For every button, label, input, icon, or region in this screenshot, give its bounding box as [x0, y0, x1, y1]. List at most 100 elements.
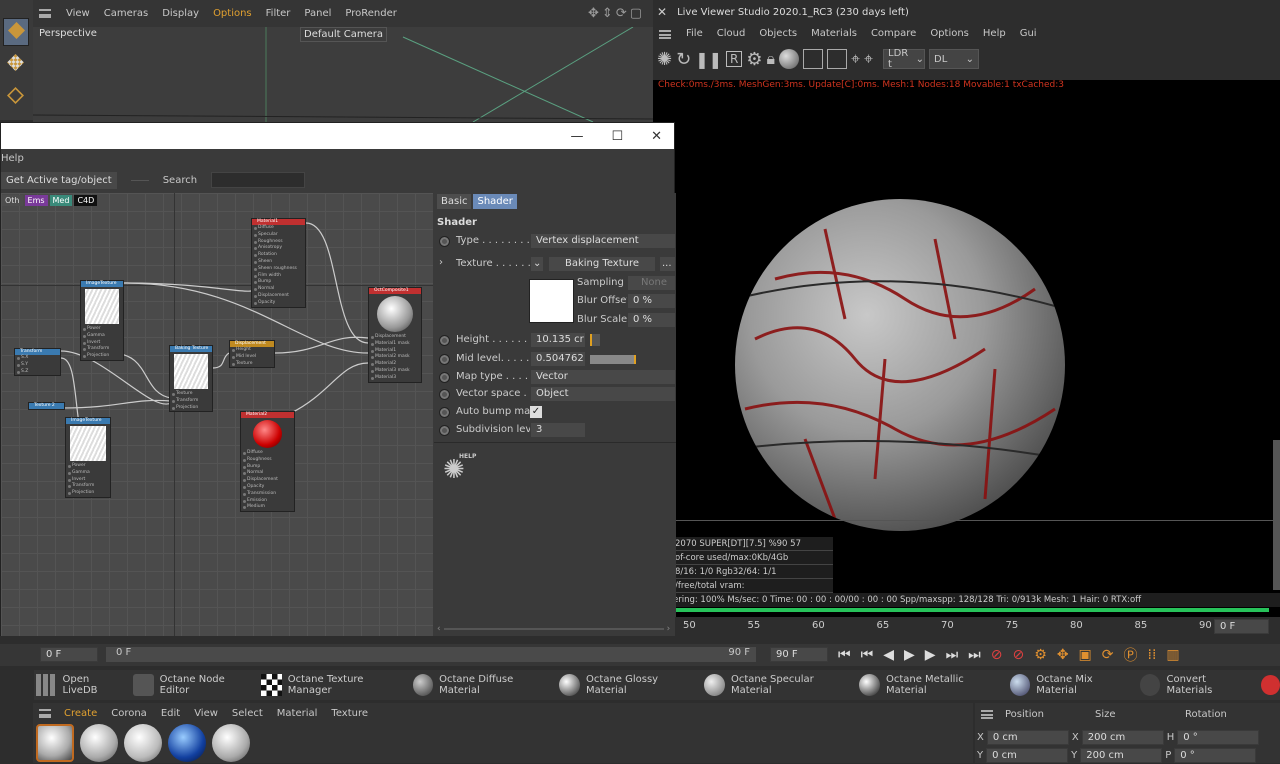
node-imagetex1[interactable]: ImageTexture Power Gamma Invert Transform Pro… [80, 280, 124, 361]
menu-display[interactable]: Display [155, 3, 206, 25]
node-port[interactable]: Projection [170, 405, 212, 412]
frame-slider[interactable]: 0 F 90 F [106, 647, 756, 662]
menu-prorender[interactable]: ProRender [338, 3, 403, 25]
node-port[interactable]: Material2 [369, 361, 421, 368]
search-input[interactable] [211, 172, 306, 188]
rotate-key-icon[interactable]: ⟳ [1102, 647, 1114, 663]
octane-button-5[interactable]: Octane Specular Material [702, 670, 857, 700]
node-texture2[interactable]: Texture 2 [28, 402, 65, 410]
node-port[interactable]: Gamma [66, 470, 110, 477]
menu-materials[interactable]: Materials [804, 24, 864, 44]
keyframe-dot[interactable] [439, 372, 450, 383]
node-port[interactable]: Material3 [369, 375, 421, 382]
height-slider[interactable] [590, 334, 600, 346]
node-port[interactable]: Specular [252, 232, 305, 239]
region-render-icon[interactable]: R [726, 51, 743, 67]
material-thumb[interactable] [124, 724, 162, 762]
node-port[interactable]: Power [81, 326, 123, 333]
material-ball-icon[interactable] [779, 49, 799, 69]
keyframe-dot[interactable] [439, 407, 450, 418]
keyframe-dot[interactable] [439, 425, 450, 436]
param-key-icon[interactable]: Ⓟ [1124, 645, 1138, 665]
keyframe-dot[interactable] [439, 335, 450, 346]
menu-view[interactable]: View [59, 3, 97, 25]
blur-scale-field[interactable]: 0 % [627, 312, 676, 328]
keyframe-dot[interactable] [439, 354, 450, 365]
menu-edit[interactable]: Edit [154, 703, 187, 725]
minimize-icon[interactable]: — [570, 129, 583, 144]
mid-level-slider[interactable] [590, 355, 636, 364]
node-port[interactable]: S.Y [15, 362, 60, 369]
node-port[interactable]: Normal [252, 286, 305, 293]
mid-level-field[interactable]: 0.504762 [530, 351, 586, 367]
x-position-field[interactable]: 0 cm [986, 729, 1069, 745]
menu-help[interactable]: Help [1, 153, 24, 164]
type-dropdown[interactable]: Vertex displacement [530, 233, 676, 249]
tab-shader[interactable]: Shader [473, 194, 517, 209]
film-icon[interactable]: ▥ [1166, 647, 1179, 663]
node-port[interactable]: Displacement [252, 293, 305, 300]
viewport-nav-icons[interactable]: ✥⇕⟳▢ [588, 6, 645, 21]
y-position-field[interactable]: 0 cm [986, 747, 1069, 763]
texture-button[interactable]: Baking Texture [548, 256, 656, 272]
start-frame-field[interactable]: 0 F [40, 647, 98, 662]
node-port[interactable]: Transmission [241, 491, 294, 498]
ldr-dropdown[interactable]: LDR t [888, 48, 912, 70]
node-displacement[interactable]: Displacement Height Mid level Texture [229, 340, 275, 369]
octane-button-6[interactable]: Octane Metallic Material [857, 670, 1007, 700]
menu-corona[interactable]: Corona [104, 703, 154, 725]
node-port[interactable]: Material3 mask [369, 368, 421, 375]
node-port[interactable]: Projection [81, 353, 123, 360]
menu-compare[interactable]: Compare [864, 24, 923, 44]
node-port[interactable]: Sheen roughness [252, 266, 305, 273]
node-port[interactable]: Gamma [81, 333, 123, 340]
maximize-icon[interactable]: ☐ [611, 129, 623, 144]
node-material2[interactable]: Material2 Diffuse Roughness Bump Normal Displ… [240, 411, 295, 513]
x-size-field[interactable]: 200 cm [1081, 729, 1164, 745]
keyframe-dot[interactable] [439, 236, 450, 247]
node-imagetex2[interactable]: ImageTexture Power Gamma Invert Transform Pro… [65, 417, 111, 498]
node-port[interactable]: Diffuse [252, 225, 305, 232]
menu-help[interactable]: Help [976, 24, 1013, 44]
more-button[interactable]: ... [659, 256, 676, 272]
vector-space-dropdown[interactable]: Object [530, 386, 676, 402]
material-thumb[interactable] [212, 724, 250, 762]
keyframe-dot[interactable] [439, 389, 450, 400]
record-icon[interactable]: ⊘ [991, 647, 1003, 663]
node-port[interactable]: Opacity [252, 300, 305, 307]
menu-create[interactable]: Create [57, 703, 104, 725]
menu-options[interactable]: Options [923, 24, 976, 44]
node-port[interactable]: Material1 mask [369, 341, 421, 348]
prev-frame-icon[interactable]: ◀ [883, 647, 894, 663]
menu-view[interactable]: View [187, 703, 225, 725]
autokey-icon[interactable]: ⊘ [1013, 647, 1025, 663]
get-active-button[interactable]: Get Active tag/object [1, 171, 117, 189]
octane-button-4[interactable]: Octane Glossy Material [557, 670, 702, 700]
octane-help-badge-icon[interactable] [1261, 675, 1280, 695]
mat-picker-icon[interactable] [827, 49, 847, 69]
close-icon[interactable]: ✕ [657, 5, 667, 19]
menu-icon[interactable] [659, 29, 671, 39]
y-size-field[interactable]: 200 cm [1080, 747, 1163, 763]
material-thumb[interactable] [80, 724, 118, 762]
octane-button-7[interactable]: Octane Mix Material [1008, 670, 1138, 700]
close-icon[interactable]: ✕ [651, 129, 662, 144]
node-port[interactable]: S.Z [15, 369, 60, 376]
node-baking[interactable]: Baking Texture Texture Transform Projection [169, 345, 213, 413]
menu-options[interactable]: Options [206, 3, 259, 25]
chevron-right-icon[interactable]: › [439, 257, 443, 268]
menu-select[interactable]: Select [225, 703, 270, 725]
node-port[interactable]: S.X [15, 355, 60, 362]
node-port[interactable]: Opacity [241, 484, 294, 491]
menu-icon[interactable] [39, 709, 51, 718]
scale-key-icon[interactable]: ▣ [1079, 647, 1092, 663]
chevron-down-icon[interactable]: ⌄ [530, 256, 544, 272]
map-type-dropdown[interactable]: Vector [530, 369, 676, 385]
node-port[interactable]: Rotation [252, 252, 305, 259]
next-frame-icon[interactable]: ▶ [925, 647, 936, 663]
node-port[interactable]: Displacement [241, 477, 294, 484]
octane-button-2[interactable]: Octane Texture Manager [259, 670, 410, 700]
menu-gui[interactable]: Gui [1013, 24, 1044, 44]
go-end-icon[interactable]: ⏭ [968, 647, 981, 663]
go-start-icon[interactable]: ⏮ [838, 647, 851, 663]
